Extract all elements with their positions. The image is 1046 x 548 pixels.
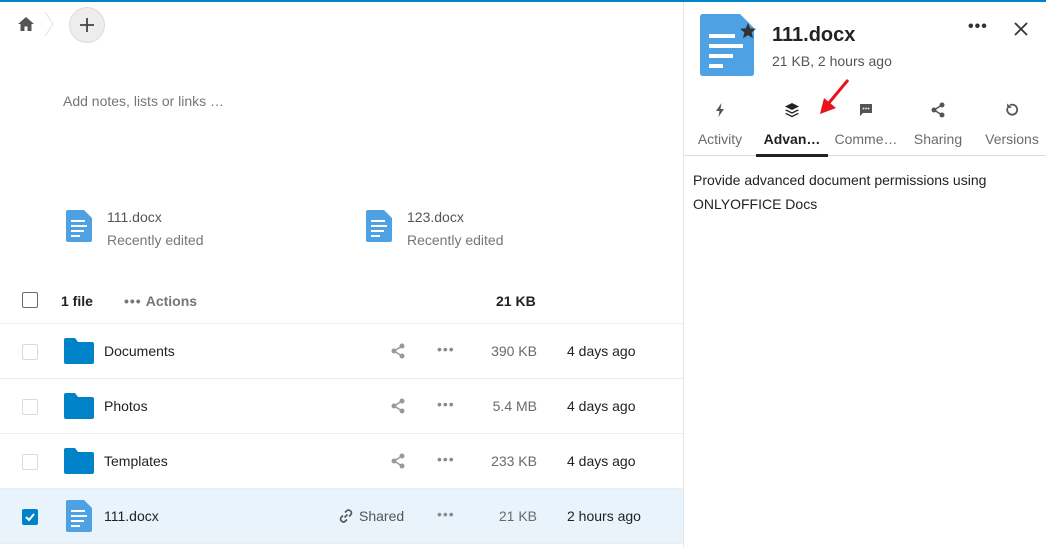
- tab-activity[interactable]: Activity: [684, 96, 756, 156]
- tab-versions[interactable]: Versions: [976, 96, 1046, 156]
- checkmark-icon: [25, 513, 35, 522]
- sidebar-tabs: Activity Advan… Comme… Sharing Versions: [684, 96, 1046, 157]
- recent-file-status: Recently edited: [407, 232, 504, 248]
- link-icon: [339, 509, 353, 523]
- advanced-tab-description: Provide advanced document permissions us…: [693, 172, 987, 212]
- table-row[interactable]: 111.docx Shared ••• 21 KB 2 hours ago: [0, 489, 683, 544]
- close-icon[interactable]: [1014, 22, 1028, 36]
- star-icon[interactable]: [739, 22, 757, 40]
- layers-icon: [785, 103, 799, 118]
- recent-file-name: 111.docx: [107, 209, 162, 225]
- folder-icon: [64, 338, 94, 364]
- more-icon[interactable]: •••: [437, 396, 455, 412]
- new-button[interactable]: [69, 7, 105, 43]
- file-modified: 4 days ago: [567, 343, 636, 359]
- tab-label: Sharing: [913, 131, 963, 147]
- breadcrumb: [0, 2, 683, 46]
- file-name[interactable]: 111.docx: [104, 508, 159, 524]
- recent-file-status: Recently edited: [107, 232, 204, 248]
- breadcrumb-separator-icon: [44, 12, 54, 36]
- recent-file-name: 123.docx: [407, 209, 464, 225]
- share-icon: [931, 102, 945, 118]
- shared-label: Shared: [359, 508, 405, 524]
- document-icon: [66, 210, 92, 242]
- annotation-arrow-icon: [820, 79, 850, 114]
- row-checkbox[interactable]: [22, 509, 38, 525]
- details-sidebar: 111.docx 21 KB, 2 hours ago ••• Activity…: [684, 2, 1046, 548]
- more-icon[interactable]: •••: [968, 18, 988, 36]
- file-size: 5.4 MB: [492, 398, 537, 414]
- document-icon: [366, 210, 392, 242]
- file-name[interactable]: Templates: [104, 453, 168, 469]
- select-all-checkbox[interactable]: [22, 292, 38, 308]
- more-icon[interactable]: •••: [437, 506, 455, 522]
- actions-menu[interactable]: ••• Actions: [124, 293, 197, 309]
- table-row[interactable]: Templates ••• 233 KB 4 days ago: [0, 434, 683, 489]
- recent-file-card[interactable]: 111.docx Recently edited: [66, 207, 326, 253]
- sidebar-file-title: 111.docx: [772, 24, 856, 46]
- file-size: 390 KB: [491, 343, 537, 359]
- share-icon[interactable]: [390, 398, 406, 414]
- tab-label: Versions: [985, 131, 1039, 147]
- folder-icon: [64, 448, 94, 474]
- row-checkbox[interactable]: [22, 344, 38, 360]
- file-count: 1 file: [61, 293, 93, 309]
- tab-label: Comme…: [834, 131, 898, 147]
- comment-icon: [860, 104, 872, 116]
- file-name[interactable]: Documents: [104, 343, 175, 359]
- share-icon[interactable]: [390, 453, 406, 469]
- file-modified: 4 days ago: [567, 398, 636, 414]
- rich-workspace-notes[interactable]: Add notes, lists or links …: [63, 93, 224, 109]
- row-checkbox[interactable]: [22, 454, 38, 470]
- file-size: 233 KB: [491, 453, 537, 469]
- sidebar-file-meta: 21 KB, 2 hours ago: [772, 53, 892, 69]
- history-icon: [1006, 103, 1019, 116]
- file-size: 21 KB: [498, 508, 537, 524]
- recent-file-card[interactable]: 123.docx Recently edited: [366, 207, 626, 253]
- share-icon[interactable]: [390, 343, 406, 359]
- more-icon: •••: [124, 293, 142, 309]
- actions-label: Actions: [145, 293, 198, 309]
- folder-icon: [64, 393, 94, 419]
- document-icon: [66, 500, 92, 532]
- file-name[interactable]: Photos: [104, 398, 148, 414]
- total-size: 21 KB: [496, 293, 536, 309]
- file-modified: 4 days ago: [567, 453, 636, 469]
- tab-sharing[interactable]: Sharing: [902, 96, 974, 156]
- tab-label: Advan…: [763, 131, 821, 147]
- home-icon[interactable]: [17, 16, 35, 32]
- files-pane: Add notes, lists or links … 111.docx Rec…: [0, 2, 683, 548]
- row-checkbox[interactable]: [22, 399, 38, 415]
- table-row[interactable]: Photos ••• 5.4 MB 4 days ago: [0, 379, 683, 434]
- more-icon[interactable]: •••: [437, 451, 455, 467]
- file-list-header: 1 file ••• Actions 21 KB: [0, 276, 683, 324]
- file-modified: 2 hours ago: [567, 508, 641, 524]
- more-icon[interactable]: •••: [437, 341, 455, 357]
- plus-icon: [80, 18, 94, 32]
- tab-label: Activity: [697, 131, 743, 147]
- lightning-icon: [716, 103, 724, 117]
- table-row[interactable]: Documents ••• 390 KB 4 days ago: [0, 324, 683, 379]
- shared-link-button[interactable]: Shared: [338, 508, 404, 524]
